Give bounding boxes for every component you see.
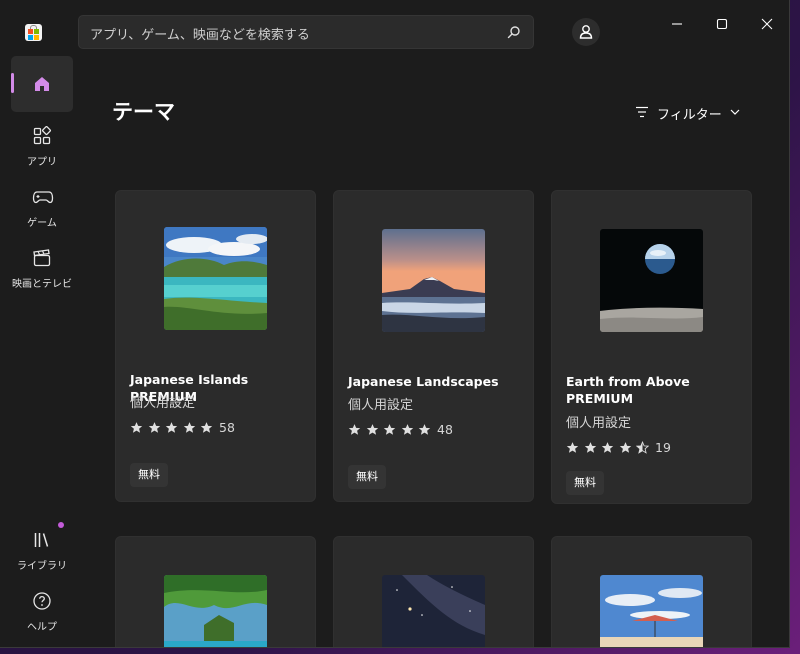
store-logo-icon (25, 24, 42, 41)
minimize-icon (672, 23, 682, 25)
theme-thumbnail (600, 575, 703, 647)
minimize-button[interactable] (655, 10, 699, 38)
theme-card[interactable]: Japanese Islands PREMIUM 個人用設定 58 無料 (115, 190, 316, 502)
maximize-icon (716, 18, 728, 30)
rating-count: 58 (219, 420, 235, 435)
maximize-button[interactable] (700, 10, 744, 38)
library-icon (34, 533, 49, 547)
star-icon (566, 442, 579, 453)
star-rating: 58 (130, 420, 250, 435)
star-icon (401, 424, 413, 435)
sidebar-item-apps[interactable]: アプリ (11, 118, 73, 174)
star-icon (619, 442, 631, 453)
star-icon (165, 422, 178, 433)
theme-card[interactable] (115, 536, 316, 647)
help-icon (33, 592, 51, 610)
close-button[interactable] (745, 10, 789, 38)
sidebar-item-games[interactable]: ゲーム (11, 179, 73, 235)
rating-count: 48 (437, 422, 453, 437)
theme-card[interactable]: Japanese Landscapes 個人用設定 48 無料 (333, 190, 534, 502)
sidebar-item-help[interactable]: ヘルプ (11, 583, 73, 639)
search-input[interactable]: アプリ、ゲーム、映画などを検索する (78, 15, 534, 49)
theme-category: 個人用設定 (348, 398, 414, 413)
star-icon (348, 424, 361, 435)
sidebar-item-label: ヘルプ (27, 622, 57, 633)
star-icon (200, 422, 213, 433)
theme-thumbnail (164, 575, 267, 647)
apps-icon (33, 126, 51, 145)
notification-dot (58, 522, 64, 528)
sidebar-item-label: 映画とテレビ (12, 279, 72, 290)
filter-icon (636, 106, 648, 118)
sidebar-item-movies-tv[interactable]: 映画とテレビ (11, 240, 73, 296)
user-icon (579, 25, 593, 39)
sidebar-item-library[interactable]: ライブラリ (11, 522, 73, 578)
close-icon (761, 18, 773, 30)
sidebar-item-home[interactable] (11, 56, 73, 112)
filter-label: フィルター (657, 108, 722, 123)
star-icon (601, 442, 614, 453)
price-badge: 無料 (130, 463, 168, 487)
theme-thumbnail (600, 229, 703, 332)
star-icon (584, 442, 596, 453)
star-icon (418, 424, 431, 435)
clapperboard-icon (33, 249, 51, 267)
gamepad-icon (32, 191, 54, 204)
star-rating: 48 (348, 422, 468, 437)
page-title: テーマ (112, 100, 175, 124)
sidebar-item-label: ゲーム (27, 218, 57, 229)
store-window: アプリ、ゲーム、映画などを検索する アプリ ゲーム 映画とテレビ ライブラリ ヘ… (0, 0, 790, 648)
account-button[interactable] (572, 18, 600, 46)
search-icon[interactable] (507, 25, 521, 39)
active-indicator (11, 73, 14, 93)
price-badge: 無料 (566, 471, 604, 495)
theme-title: Earth from Above PREMIUM (566, 374, 690, 406)
star-icon (148, 422, 160, 433)
star-icon (183, 422, 195, 433)
search-placeholder: アプリ、ゲーム、映画などを検索する (90, 28, 310, 43)
chevron-down-icon (730, 109, 740, 115)
star-icon (130, 422, 143, 433)
star-icon (366, 424, 378, 435)
sidebar-item-label: ライブラリ (17, 561, 67, 572)
rating-count: 19 (655, 440, 671, 455)
main-content: テーマ フィルター Japanese Islands PREMIUM 個人用設定… (80, 56, 789, 647)
star-rating: 19 (566, 440, 686, 455)
star-icon (383, 424, 396, 435)
theme-category: 個人用設定 (566, 416, 632, 431)
theme-thumbnail (164, 227, 267, 330)
theme-card[interactable]: Earth from Above PREMIUM 個人用設定 19 無料 (551, 190, 752, 504)
home-icon (35, 77, 49, 91)
theme-title: Japanese Landscapes (348, 374, 499, 389)
theme-card[interactable] (333, 536, 534, 647)
price-badge: 無料 (348, 465, 386, 489)
sidebar-item-label: アプリ (27, 157, 57, 168)
theme-category: 個人用設定 (130, 396, 196, 411)
sidebar: アプリ ゲーム 映画とテレビ ライブラリ ヘルプ (0, 56, 80, 647)
theme-card[interactable] (551, 536, 752, 647)
theme-thumbnail (382, 575, 485, 647)
theme-thumbnail (382, 229, 485, 332)
title-bar: アプリ、ゲーム、映画などを検索する (0, 0, 789, 56)
filter-button[interactable]: フィルター (633, 102, 743, 124)
star-half-icon (636, 441, 649, 454)
